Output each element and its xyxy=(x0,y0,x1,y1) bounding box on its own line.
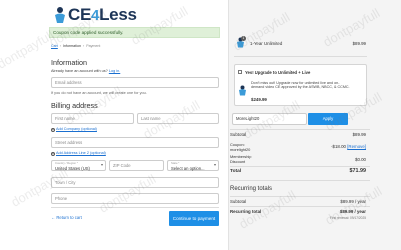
zip-field[interactable]: ZIP Code xyxy=(109,160,164,171)
return-to-cart-link[interactable]: ← Return to cart xyxy=(51,215,82,220)
upsell-product-icon xyxy=(239,85,246,96)
product-name: 1-Year Unlimited xyxy=(250,41,283,46)
logo-mark-icon xyxy=(55,7,65,23)
email-field[interactable]: Email address xyxy=(51,77,219,88)
plus-icon: + xyxy=(51,127,55,132)
summary-divider xyxy=(230,180,370,181)
plus-icon: + xyxy=(51,151,55,156)
last-name-placeholder: Last name xyxy=(141,116,161,121)
product-price: $89.99 xyxy=(352,41,366,46)
no-account-note: If you do not have an account, we will c… xyxy=(51,91,147,95)
login-prompt-text: Already have an account with us? xyxy=(51,69,108,73)
summary-divider xyxy=(230,166,370,167)
subtotal-label: Subtotal xyxy=(230,132,247,137)
breadcrumb-separator: › xyxy=(59,44,61,48)
apply-coupon-button[interactable]: Apply xyxy=(308,113,348,125)
membership-value: $0.00 xyxy=(355,157,366,162)
coupon-code-input[interactable]: MoreLight20 xyxy=(232,113,307,125)
login-prompt: Already have an account with us? Log in. xyxy=(51,69,120,73)
add-company-label: Add Company (optional) xyxy=(56,127,97,131)
state-value: Select an option... xyxy=(171,165,205,171)
last-name-field[interactable]: Last name xyxy=(137,113,219,124)
upsell-description: Don't miss out! Upgrade now for unlimite… xyxy=(251,81,350,90)
form-divider xyxy=(51,207,219,208)
breadcrumb-information: Information xyxy=(63,44,81,48)
summary-divider xyxy=(234,56,367,57)
recurring-subtotal-label: Subtotal xyxy=(230,199,247,204)
first-name-placeholder: First name xyxy=(55,116,75,121)
continue-to-payment-button[interactable]: Continue to payment xyxy=(169,211,219,226)
login-link[interactable]: Log in. xyxy=(109,69,120,73)
site-logo[interactable]: CE4Less xyxy=(52,5,182,25)
quantity-badge: 1 xyxy=(241,36,246,41)
country-value: United States (US) xyxy=(55,165,90,171)
breadcrumb-cart[interactable]: Cart xyxy=(51,44,58,48)
upsell-price: $249.99 xyxy=(251,97,267,102)
remove-coupon-link[interactable]: [Remove] xyxy=(347,144,366,149)
breadcrumb-payment: Payment xyxy=(86,44,101,48)
recurring-total-value: $89.99 / year xyxy=(339,209,366,214)
summary-divider xyxy=(230,129,370,130)
first-renewal-note: First renewal: 09/17/2025 xyxy=(330,216,366,220)
total-value: $71.99 xyxy=(349,168,367,174)
country-select[interactable]: Country / Region * United States (US) xyxy=(51,160,106,171)
add-company-link[interactable]: + Add Company (optional) xyxy=(51,127,97,132)
first-name-field[interactable]: First name xyxy=(51,113,134,124)
city-field[interactable]: Town / City xyxy=(51,177,219,188)
subtotal-value: $89.99 xyxy=(352,132,366,137)
summary-divider xyxy=(230,196,370,197)
phone-field[interactable]: Phone xyxy=(51,193,219,204)
breadcrumb-separator: › xyxy=(82,44,85,48)
recurring-total-label: Recurring total xyxy=(230,209,262,214)
recurring-heading: Recurring totals xyxy=(230,186,273,192)
upsell-checkbox[interactable] xyxy=(238,70,242,74)
upsell-card[interactable]: Yes! Upgrade to Unlimited + Live Don't m… xyxy=(234,64,367,106)
breadcrumb: Cart › Information › Payment xyxy=(51,44,100,48)
recurring-subtotal-value: $89.99 / year xyxy=(340,199,366,204)
coupon-success-notice: Coupon code applied successfully. xyxy=(49,27,220,38)
billing-heading: Billing address xyxy=(51,101,98,110)
street-placeholder: Street address xyxy=(55,140,83,145)
information-heading: Information xyxy=(51,58,87,67)
coupon-label: Coupon: morelight20 xyxy=(230,142,251,152)
city-placeholder: Town / City xyxy=(55,180,76,185)
total-label: Total xyxy=(230,169,242,174)
add-address-line2-link[interactable]: + Add Address Line 2 (optional) xyxy=(51,151,106,156)
logo-text: CE4Less xyxy=(68,5,137,24)
upsell-title: Yes! Upgrade to Unlimited + Live xyxy=(245,70,311,75)
state-select[interactable]: State * Select an option... xyxy=(167,160,219,171)
zip-placeholder: ZIP Code xyxy=(113,163,131,168)
summary-divider xyxy=(230,206,370,207)
add-line2-label: Add Address Line 2 (optional) xyxy=(56,151,106,155)
email-placeholder: Email address xyxy=(55,80,82,85)
membership-label: Membership Discount xyxy=(230,154,252,164)
street-address-field[interactable]: Street address xyxy=(51,137,219,148)
coupon-discount: -$18.00 [Remove] xyxy=(300,144,366,149)
phone-placeholder: Phone xyxy=(55,196,68,201)
return-label: Return to cart xyxy=(56,215,82,220)
coupon-discount-amount: -$18.00 xyxy=(331,144,346,149)
